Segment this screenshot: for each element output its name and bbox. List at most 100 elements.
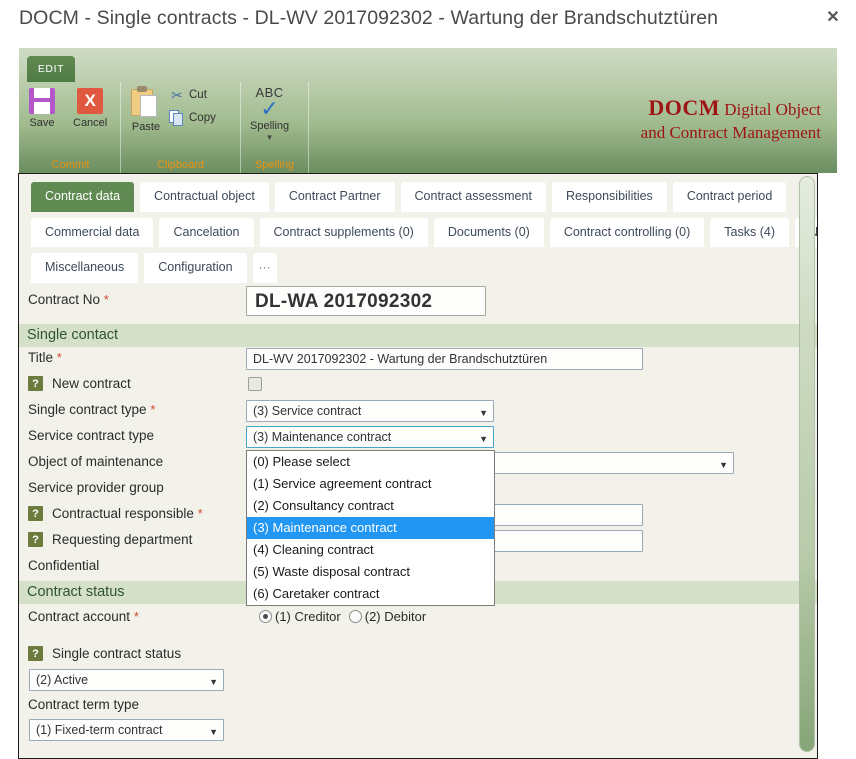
label-service-provider-group: Service provider group: [28, 480, 164, 495]
title-input[interactable]: DL-WV 2017092302 - Wartung der Brandschu…: [246, 348, 643, 370]
tab-miscellaneous[interactable]: Miscellaneous: [31, 253, 139, 283]
service-contract-type-dropdown-list[interactable]: (0) Please select (1) Service agreement …: [246, 450, 495, 606]
single-contract-status-select[interactable]: (2) Active ▼: [29, 669, 224, 691]
paste-button[interactable]: Paste: [131, 86, 161, 133]
tab-row-3: Miscellaneous Configuration ···: [25, 253, 811, 283]
ribbon-group-clipboard: Paste ✂ Cut Copy Clipboard: [121, 82, 241, 173]
required-marker: *: [150, 402, 156, 417]
tab-contract-controlling[interactable]: Contract controlling (0): [549, 217, 705, 247]
cut-button-label: Cut: [189, 89, 207, 101]
service-contract-type-value: (3) Maintenance contract: [253, 430, 392, 444]
radio-creditor-dot: [259, 610, 272, 623]
help-icon[interactable]: ?: [28, 532, 43, 547]
copy-button[interactable]: Copy: [169, 110, 216, 126]
radio-creditor[interactable]: (1) Creditor: [259, 609, 341, 624]
contract-term-type-select[interactable]: (1) Fixed-term contract ▼: [29, 719, 224, 741]
docm-logo: DOCM Digital Object and Contract Managem…: [641, 94, 821, 143]
label-contract-no: Contract No *: [28, 292, 109, 307]
dropdown-option[interactable]: (2) Consultancy contract: [247, 495, 494, 517]
label-new-contract: New contract: [52, 376, 131, 391]
help-icon[interactable]: ?: [28, 376, 43, 391]
cancel-button[interactable]: X Cancel: [73, 88, 107, 129]
tab-overflow-icon[interactable]: ···: [252, 253, 277, 283]
dropdown-option[interactable]: (5) Waste disposal contract: [247, 561, 494, 583]
content-panel: Contract data Contractual object Contrac…: [18, 173, 818, 759]
form-row-single-contract-status-value: (2) Active ▼: [19, 669, 817, 695]
dropdown-option[interactable]: (6) Caretaker contract: [247, 583, 494, 605]
tab-contract-supplements[interactable]: Contract supplements (0): [259, 217, 428, 247]
chevron-down-icon: ▼: [209, 677, 218, 687]
chevron-down-icon[interactable]: ▼: [266, 133, 274, 142]
dropdown-option[interactable]: (0) Please select: [247, 451, 494, 473]
radio-debitor[interactable]: (2) Debitor: [348, 609, 426, 624]
radio-debitor-dot: [348, 610, 362, 623]
docm-logo-sub2: and Contract Management: [640, 122, 821, 142]
docm-logo-brand: DOCM: [648, 95, 720, 120]
ribbon-group-label-clipboard: Clipboard: [156, 159, 205, 171]
tab-cancelation[interactable]: Cancelation: [159, 217, 254, 247]
help-icon[interactable]: ?: [28, 646, 43, 661]
single-contract-type-select[interactable]: (3) Service contract ▼: [246, 400, 494, 422]
tab-tasks[interactable]: Tasks (4): [710, 217, 789, 247]
label-service-contract-type: Service contract type: [28, 428, 155, 443]
required-marker: *: [197, 506, 203, 521]
ribbon-group-commit: Save X Cancel Commit: [21, 82, 121, 173]
required-marker: *: [133, 609, 139, 624]
form-row-contract-term-type: Contract term type: [19, 695, 817, 719]
copy-button-label: Copy: [189, 112, 216, 124]
radio-creditor-label: (1) Creditor: [275, 609, 341, 624]
label-single-contract-type: Single contract type *: [28, 402, 156, 417]
help-icon[interactable]: ?: [28, 506, 43, 521]
chevron-down-icon: ▼: [719, 460, 728, 470]
save-button-label: Save: [29, 117, 55, 129]
tab-configuration[interactable]: Configuration: [144, 253, 247, 283]
save-button[interactable]: Save: [29, 88, 55, 129]
label-single-contract-status: Single contract status: [52, 646, 182, 661]
scrollbar-thumb[interactable]: [799, 176, 815, 752]
cancel-icon: X: [77, 88, 104, 114]
paste-icon: [131, 86, 161, 118]
form-row-new-contract: ? New contract: [19, 373, 817, 399]
ribbon-group-label-commit: Commit: [51, 159, 90, 171]
ribbon-group-label-spelling: Spelling: [254, 159, 295, 171]
dropdown-option[interactable]: (4) Cleaning contract: [247, 539, 494, 561]
tab-row-1: Contract data Contractual object Contrac…: [25, 182, 811, 212]
required-marker: *: [56, 350, 62, 365]
dropdown-option[interactable]: (1) Service agreement contract: [247, 473, 494, 495]
service-contract-type-select[interactable]: (3) Maintenance contract ▼: [246, 426, 494, 448]
tab-contract-partner[interactable]: Contract Partner: [274, 182, 395, 212]
form-row-contract-account: Contract account * (1) Creditor (2) Debi…: [19, 604, 817, 642]
page-title: DOCM - Single contracts - DL-WV 20170923…: [19, 7, 719, 29]
save-icon: [29, 88, 55, 114]
spelling-button[interactable]: ABC ✓ Spelling ▼: [250, 85, 289, 142]
tab-contract-data[interactable]: Contract data: [31, 182, 135, 212]
tab-contract-period[interactable]: Contract period: [672, 182, 787, 212]
tab-commercial-data[interactable]: Commercial data: [31, 217, 154, 247]
label-contract-account: Contract account *: [28, 609, 139, 624]
tab-contract-assessment[interactable]: Contract assessment: [400, 182, 546, 212]
dropdown-option-selected[interactable]: (3) Maintenance contract: [247, 517, 494, 539]
tab-row-2: Commercial data Cancelation Contract sup…: [25, 217, 817, 247]
ribbon-tabstrip: EDIT: [19, 48, 837, 82]
label-title: Title *: [28, 350, 62, 365]
close-icon[interactable]: ✕: [820, 5, 846, 29]
vertical-scrollbar[interactable]: [799, 176, 815, 756]
cut-button[interactable]: ✂ Cut: [169, 87, 207, 103]
tab-bar: Contract data Contractual object Contrac…: [19, 174, 817, 293]
checkmark-icon: ✓: [260, 96, 279, 121]
contract-no-input[interactable]: DL-WA 2017092302: [246, 286, 486, 316]
form-row-contract-term-type-value: (1) Fixed-term contract ▼: [19, 719, 817, 745]
form-row-service-contract-type: Service contract type (3) Maintenance co…: [19, 425, 817, 451]
tab-documents[interactable]: Documents (0): [433, 217, 544, 247]
label-object-of-maintenance: Object of maintenance: [28, 454, 164, 469]
ribbon: EDIT Save X Cancel Commit Paste ✂ Cut Co…: [19, 48, 837, 173]
tab-contractual-object[interactable]: Contractual object: [140, 182, 269, 212]
label-contract-term-type: Contract term type: [28, 697, 140, 712]
new-contract-checkbox[interactable]: [248, 377, 262, 391]
ribbon-tab-edit[interactable]: EDIT: [27, 56, 75, 82]
form-row-single-contract-type: Single contract type * (3) Service contr…: [19, 399, 817, 425]
spelling-button-label: Spelling: [250, 120, 290, 132]
scissors-icon: ✂: [171, 86, 183, 103]
copy-icon: [169, 110, 185, 126]
tab-responsibilities[interactable]: Responsibilities: [551, 182, 667, 212]
